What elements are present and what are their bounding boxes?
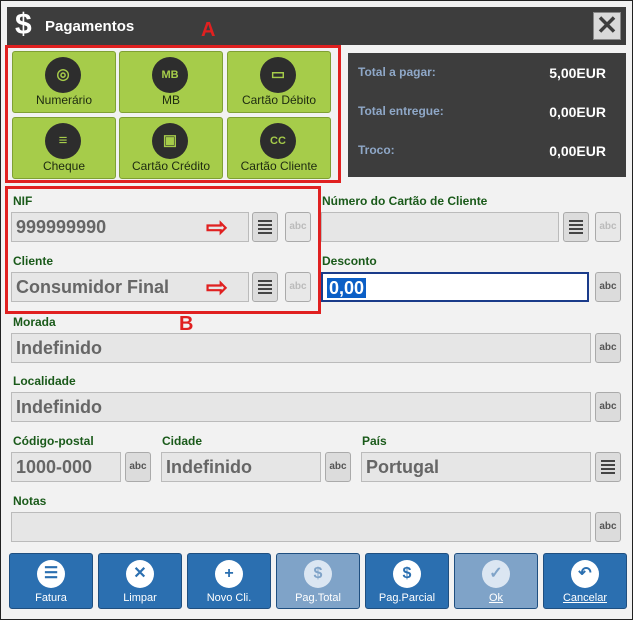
- partial-payment-icon: $: [393, 560, 421, 588]
- cancel-label: Cancelar: [562, 592, 608, 604]
- postal-code-keyboard-button[interactable]: abc: [125, 452, 151, 482]
- payment-mb-label: MB: [162, 93, 180, 107]
- city-field[interactable]: Indefinido: [161, 452, 321, 482]
- mb-icon: MB: [152, 57, 188, 93]
- payment-credit-card-button[interactable]: ▣ Cartão Crédito: [119, 117, 223, 179]
- postal-code-label: Código-postal: [13, 434, 94, 448]
- clear-button[interactable]: ✕ Limpar: [98, 553, 182, 609]
- country-field[interactable]: Portugal: [361, 452, 591, 482]
- payment-debit-card-button[interactable]: ▭ Cartão Débito: [227, 51, 331, 113]
- total-payment-label: Pag.Total: [295, 592, 341, 604]
- arrow-icon: ⇨: [206, 272, 228, 302]
- card-number-field[interactable]: [321, 212, 559, 242]
- country-list-button[interactable]: [595, 452, 621, 482]
- payment-cash-label: Numerário: [35, 93, 92, 107]
- discount-field[interactable]: 0,00: [321, 272, 589, 302]
- partial-payment-label: Pag.Parcial: [378, 592, 436, 604]
- close-button[interactable]: ✕: [593, 12, 621, 40]
- notes-keyboard-button[interactable]: abc: [595, 512, 621, 542]
- delivered-label: Total entregue:: [358, 104, 444, 118]
- change-value: 0,00EUR: [549, 143, 606, 159]
- partial-payment-button[interactable]: $ Pag.Parcial: [365, 553, 449, 609]
- country-label: País: [362, 434, 387, 448]
- payment-cheque-button[interactable]: ≡ Cheque: [12, 117, 116, 179]
- payment-cash-button[interactable]: ◎ Numerário: [12, 51, 116, 113]
- invoice-button[interactable]: ☰ Fatura: [9, 553, 93, 609]
- notes-field[interactable]: [11, 512, 591, 542]
- clear-label: Limpar: [123, 592, 157, 604]
- discount-label: Desconto: [322, 254, 377, 268]
- dollar-icon: $: [15, 8, 32, 41]
- arrow-icon: ⇨: [206, 212, 228, 242]
- locality-keyboard-button[interactable]: abc: [595, 392, 621, 422]
- discount-keyboard-button[interactable]: abc: [595, 272, 621, 302]
- change-label: Troco:: [358, 143, 395, 157]
- list-icon: [258, 220, 272, 234]
- payment-credit-card-label: Cartão Crédito: [131, 159, 211, 173]
- invoice-icon: ☰: [37, 560, 65, 588]
- payment-summary-panel: Total a pagar: 5,00EUR Total entregue: 0…: [348, 53, 626, 177]
- new-client-button[interactable]: + Novo Cli.: [187, 553, 271, 609]
- notes-label: Notas: [13, 494, 47, 508]
- new-client-label: Novo Cli.: [206, 592, 252, 604]
- total-payment-button[interactable]: $ Pag.Total: [276, 553, 360, 609]
- summary-total-row: Total a pagar: 5,00EUR: [358, 65, 606, 85]
- address-keyboard-button[interactable]: abc: [595, 333, 621, 363]
- postal-code-field[interactable]: 1000-000: [11, 452, 121, 482]
- client-keyboard-button[interactable]: abc: [285, 272, 311, 302]
- nif-keyboard-button[interactable]: abc: [285, 212, 311, 242]
- list-icon: [601, 460, 615, 474]
- payments-window: $ Pagamentos ✕ A ◎ Numerário MB MB ▭ Car…: [0, 0, 633, 620]
- list-icon: [569, 220, 583, 234]
- payment-client-card-label: Cartão Cliente: [240, 159, 318, 173]
- payment-debit-card-label: Cartão Débito: [241, 93, 317, 107]
- title-bar: $ Pagamentos ✕: [7, 7, 626, 45]
- invoice-label: Fatura: [35, 592, 67, 604]
- total-payment-icon: $: [304, 560, 332, 588]
- payment-client-card-button[interactable]: CC Cartão Cliente: [227, 117, 331, 179]
- checkmark-icon: ✓: [482, 560, 510, 588]
- nif-label: NIF: [13, 194, 33, 208]
- ok-label: Ok: [488, 592, 504, 604]
- delivered-value: 0,00EUR: [549, 104, 606, 120]
- card-icon: ▭: [260, 57, 296, 93]
- clear-icon: ✕: [126, 560, 154, 588]
- discount-value: 0,00: [327, 278, 367, 298]
- locality-field[interactable]: Indefinido: [11, 392, 591, 422]
- list-icon: [258, 280, 272, 294]
- payment-cheque-label: Cheque: [42, 159, 86, 173]
- address-field[interactable]: Indefinido: [11, 333, 591, 363]
- add-user-icon: +: [215, 560, 243, 588]
- cheque-icon: ≡: [45, 123, 81, 159]
- locality-label: Localidade: [13, 374, 76, 388]
- client-card-icon: CC: [260, 123, 296, 159]
- client-list-button[interactable]: [252, 272, 278, 302]
- undo-icon: ↶: [571, 560, 599, 588]
- summary-delivered-row: Total entregue: 0,00EUR: [358, 104, 606, 124]
- city-keyboard-button[interactable]: abc: [325, 452, 351, 482]
- cancel-button[interactable]: ↶ Cancelar: [543, 553, 627, 609]
- total-label: Total a pagar:: [358, 65, 436, 79]
- address-label: Morada: [13, 315, 56, 329]
- annotation-marker-a: A: [201, 19, 216, 41]
- card-number-list-button[interactable]: [563, 212, 589, 242]
- client-label: Cliente: [13, 254, 54, 268]
- card-number-label: Número do Cartão de Cliente: [322, 194, 488, 208]
- coins-icon: ◎: [45, 57, 81, 93]
- nif-list-button[interactable]: [252, 212, 278, 242]
- ok-button[interactable]: ✓ Ok: [454, 553, 538, 609]
- card-number-keyboard-button[interactable]: abc: [595, 212, 621, 242]
- payment-mb-button[interactable]: MB MB: [119, 51, 223, 113]
- credit-card-icon: ▣: [152, 123, 188, 159]
- summary-change-row: Troco: 0,00EUR: [358, 143, 606, 163]
- window-title: Pagamentos: [45, 18, 135, 35]
- city-label: Cidade: [162, 434, 203, 448]
- total-value: 5,00EUR: [549, 65, 606, 81]
